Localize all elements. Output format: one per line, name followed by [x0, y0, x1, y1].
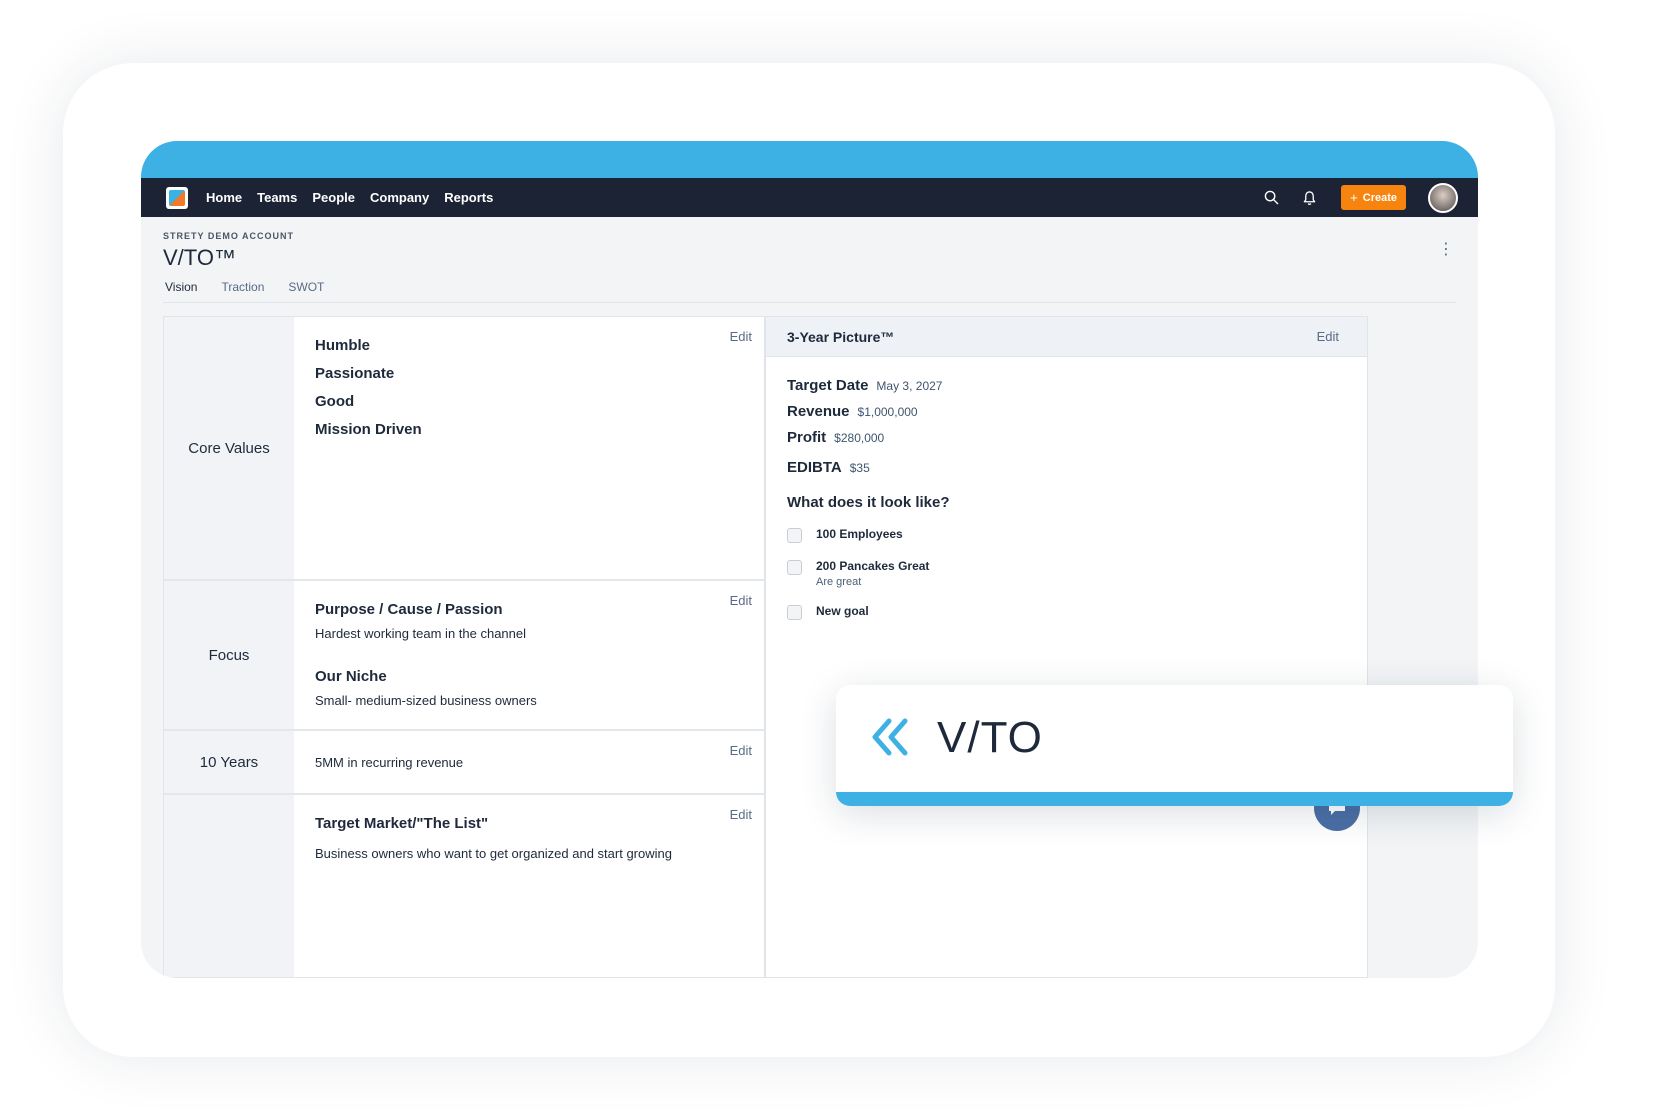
target-market-text: Business owners who want to get organize… [315, 846, 672, 861]
create-button[interactable]: + Create [1341, 185, 1406, 210]
tab-bar: Vision Traction SWOT [165, 280, 348, 294]
metric-label: EDIBTA [787, 459, 842, 476]
three-year-edit-button[interactable]: Edit [1317, 329, 1339, 344]
core-value-item: Passionate [315, 365, 395, 382]
goal-subtitle: Are great [816, 576, 862, 588]
avatar[interactable] [1428, 182, 1458, 213]
metric-edibta: EDIBTA $35 [787, 459, 1346, 476]
vto-callout-accent-bar [836, 792, 1513, 806]
marketing-label [164, 795, 294, 977]
vto-callout-title: V/TO [937, 713, 1043, 762]
nav-company[interactable]: Company [370, 190, 429, 205]
metric-value: May 3, 2027 [876, 379, 943, 393]
core-value-item: Humble [315, 337, 371, 354]
goal-checkbox[interactable] [787, 605, 802, 620]
metric-label: Target Date [787, 377, 869, 394]
tab-vision[interactable]: Vision [165, 280, 197, 294]
marketing-edit-button[interactable]: Edit [730, 807, 752, 822]
core-values-edit-button[interactable]: Edit [730, 329, 752, 344]
search-icon[interactable] [1261, 188, 1281, 208]
metric-value: $280,000 [834, 431, 885, 445]
metric-value: $1,000,000 [857, 405, 918, 419]
three-year-header: 3-Year Picture™ Edit [766, 317, 1367, 357]
ten-years-row: 10 Years Edit 5MM in recurring revenue [164, 731, 764, 795]
app-window: Home Teams People Company Reports + Crea… [141, 141, 1478, 978]
core-values-row: Core Values Edit Humble Passionate Good … [164, 317, 764, 581]
target-market-heading: Target Market/"The List" [315, 815, 489, 832]
focus-row: Focus Edit Purpose / Cause / Passion Har… [164, 581, 764, 731]
bell-icon[interactable] [1299, 188, 1319, 208]
create-button-label: Create [1362, 191, 1397, 204]
nav-people[interactable]: People [312, 190, 355, 205]
goal-title: New goal [816, 604, 869, 618]
metric-revenue: Revenue $1,000,000 [787, 403, 1346, 420]
page-header: STRETY DEMO ACCOUNT V/TO™ [163, 231, 294, 271]
account-name: STRETY DEMO ACCOUNT [163, 231, 295, 241]
goal-title: 200 Pancakes Great [816, 559, 930, 573]
nav-home[interactable]: Home [206, 190, 242, 205]
metric-value: $35 [849, 461, 870, 475]
goal-item: New goal [787, 604, 1346, 620]
marketing-row: Edit Target Market/"The List" Business o… [164, 795, 764, 977]
top-navbar: Home Teams People Company Reports + Crea… [141, 178, 1478, 217]
vto-callout-card: V/TO [836, 685, 1513, 806]
niche-heading: Our Niche [315, 668, 387, 685]
plus-icon: + [1350, 190, 1358, 205]
goal-checkbox[interactable] [787, 528, 802, 543]
double-chevron-left-icon [872, 718, 908, 756]
core-values-label: Core Values [164, 317, 294, 579]
accent-band [141, 141, 1478, 178]
metric-profit: Profit $280,000 [787, 429, 1346, 446]
purpose-text: Hardest working team in the channel [315, 626, 527, 641]
nav-links: Home Teams People Company Reports [206, 190, 508, 205]
metric-label: Revenue [787, 403, 850, 420]
look-like-question: What does it look like? [787, 494, 950, 511]
three-year-panel: 3-Year Picture™ Edit Target Date May 3, … [765, 316, 1368, 978]
focus-label: Focus [164, 581, 294, 729]
vision-panel: Core Values Edit Humble Passionate Good … [163, 316, 765, 978]
three-year-title: 3-Year Picture™ [787, 328, 895, 345]
niche-text: Small- medium-sized business owners [315, 693, 537, 708]
metric-target-date: Target Date May 3, 2027 [787, 377, 1346, 394]
core-value-item: Good [315, 393, 355, 410]
ten-years-label: 10 Years [164, 731, 294, 793]
goal-checkbox[interactable] [787, 560, 802, 575]
focus-edit-button[interactable]: Edit [730, 593, 752, 608]
header-divider [163, 302, 1456, 303]
app-logo-icon[interactable] [166, 186, 188, 209]
nav-reports[interactable]: Reports [444, 190, 493, 205]
page-title: V/TO™ [163, 245, 236, 270]
goal-item: 200 Pancakes Great Are great [787, 559, 1346, 588]
metric-label: Profit [787, 429, 827, 446]
core-value-item: Mission Driven [315, 421, 422, 438]
goal-title: 100 Employees [816, 527, 903, 541]
tab-traction[interactable]: Traction [221, 280, 264, 294]
purpose-heading: Purpose / Cause / Passion [315, 601, 503, 618]
tab-swot[interactable]: SWOT [288, 280, 324, 294]
more-options-icon[interactable]: ⋮ [1438, 242, 1454, 258]
ten-years-edit-button[interactable]: Edit [730, 743, 752, 758]
ten-years-text: 5MM in recurring revenue [315, 755, 464, 770]
goal-item: 100 Employees [787, 527, 1346, 543]
nav-teams[interactable]: Teams [257, 190, 297, 205]
